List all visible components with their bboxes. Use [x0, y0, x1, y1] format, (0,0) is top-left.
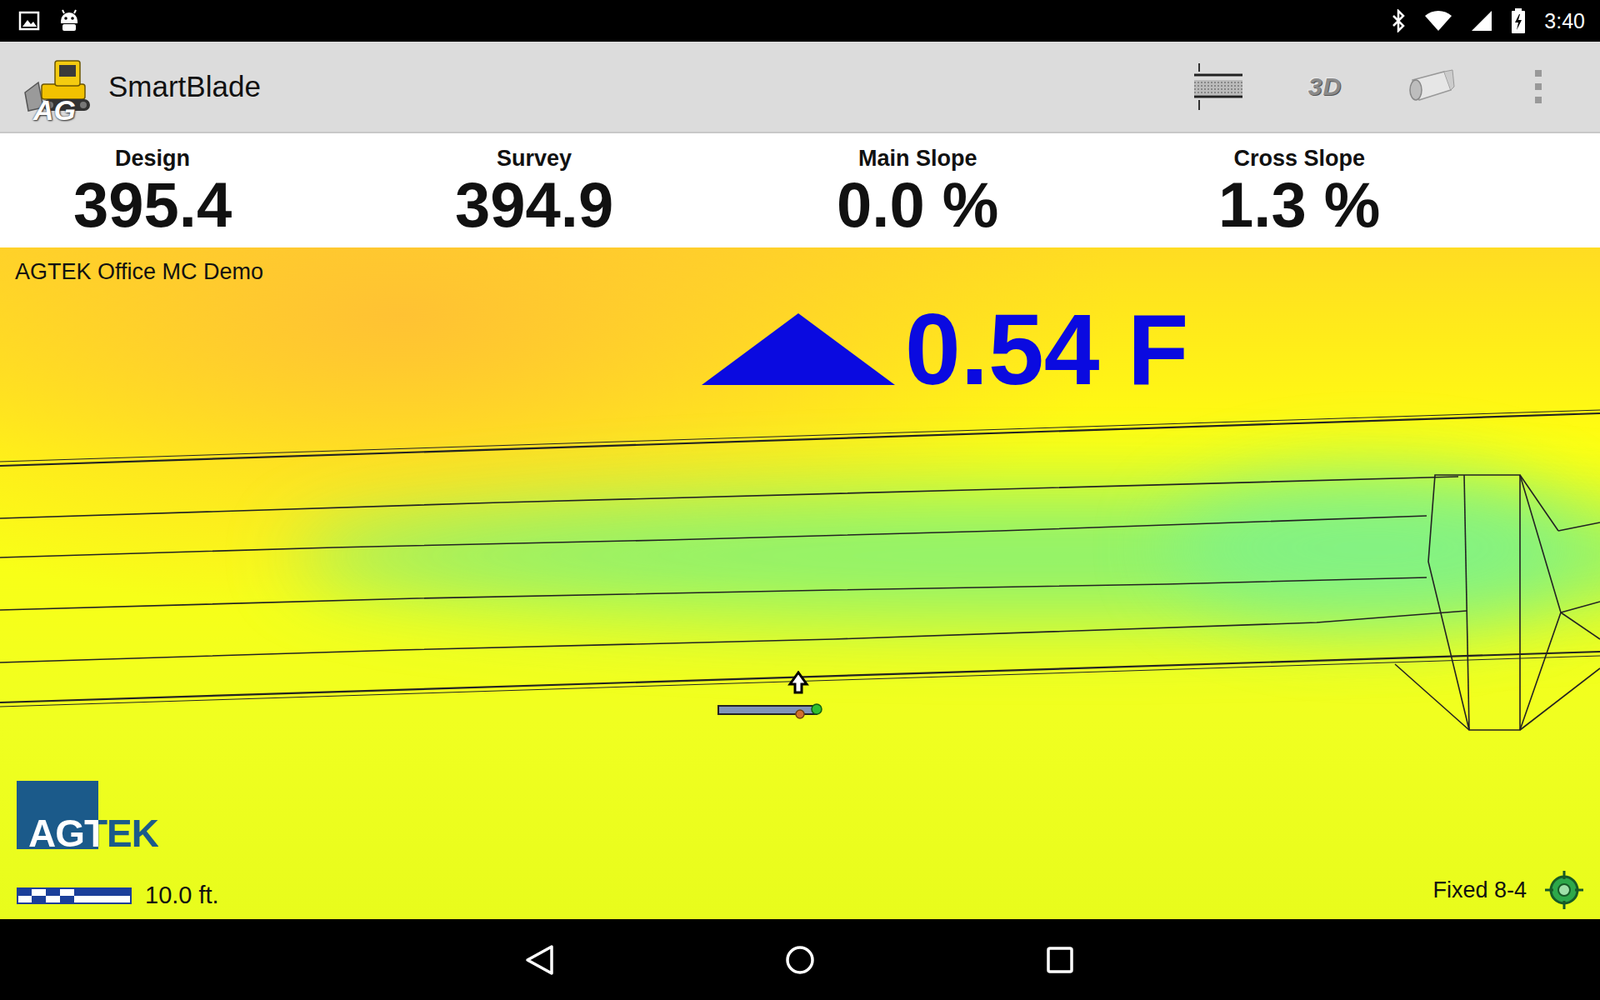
overflow-dots-icon — [1533, 68, 1544, 105]
3d-view-button[interactable]: 3D — [1296, 58, 1354, 115]
android-debug-icon — [58, 9, 80, 33]
battery-charging-icon — [1510, 8, 1526, 34]
grade-indicator: 0.54 F — [700, 299, 1189, 400]
image-notification-icon — [18, 10, 40, 31]
dozer-blade-icon — [716, 670, 834, 721]
action-bar: AG SmartBlade 3D — [0, 41, 1600, 134]
overflow-menu-button[interactable] — [1510, 58, 1567, 115]
camera-view-button[interactable] — [1403, 58, 1460, 115]
clock: 3:40 — [1544, 9, 1585, 34]
cut-fill-arrow-icon — [700, 311, 897, 387]
wifi-icon — [1424, 10, 1453, 32]
cut-fill-view-button[interactable] — [1190, 58, 1247, 115]
readout-panel: Design395.4Survey394.9Main Slope0.0 %Cro… — [0, 133, 1600, 248]
agtek-logo: AGTEK — [16, 780, 192, 850]
scale-ruler-icon — [16, 887, 132, 905]
gps-target-icon — [1545, 870, 1584, 910]
grade-map[interactable]: AGTEK Office MC Demo 0.54 F AGTEK 10.0 ft. F… — [0, 247, 1600, 920]
readout: Design395.4 — [73, 133, 455, 248]
project-name: AGTEK Office MC Demo — [15, 259, 264, 285]
readout: Survey394.9 — [455, 133, 837, 248]
home-icon[interactable] — [783, 943, 817, 977]
status-bar: 3:40 — [0, 0, 1600, 42]
recents-icon[interactable] — [1043, 943, 1077, 977]
app-title: SmartBlade — [108, 70, 1190, 104]
navigation-bar — [0, 919, 1600, 1000]
camera-icon — [1407, 68, 1456, 105]
back-icon[interactable] — [523, 943, 557, 977]
scale-bar: 10.0 ft. — [16, 881, 220, 910]
bluetooth-icon — [1390, 9, 1406, 33]
cut-fill-icon — [1194, 61, 1243, 112]
gps-status[interactable]: Fixed 8-4 — [1432, 870, 1584, 910]
readout: Cross Slope1.3 % — [1218, 133, 1600, 248]
readout: Main Slope0.0 % — [836, 133, 1219, 248]
signal-icon — [1470, 10, 1493, 32]
app-logo-icon[interactable]: AG — [23, 49, 99, 125]
